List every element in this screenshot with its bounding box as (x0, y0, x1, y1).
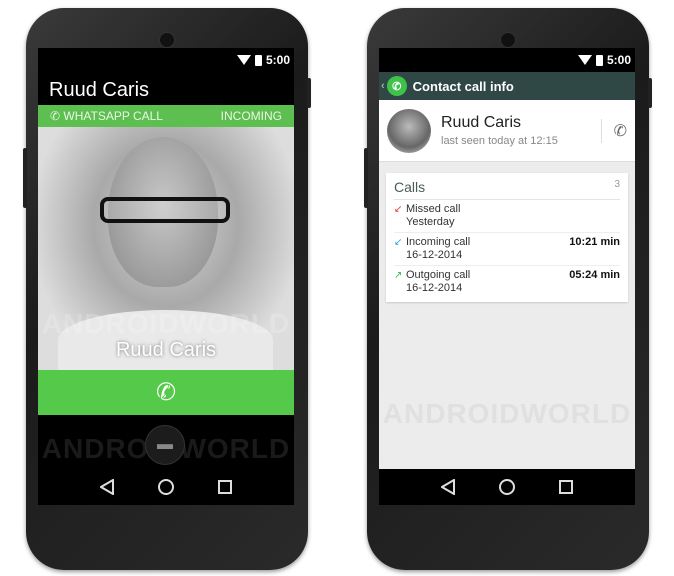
wifi-icon (577, 55, 592, 65)
nav-bar (379, 469, 635, 505)
whatsapp-icon: ✆ (50, 109, 64, 123)
front-camera (159, 32, 175, 48)
call-type: Missed call (406, 203, 461, 215)
photo-caller-name: Ruud Caris (115, 339, 217, 361)
status-bar: 5:00 (379, 48, 635, 72)
whatsapp-logo-icon: ✆ (386, 76, 407, 96)
power-button (307, 78, 311, 108)
contact-call-info-screen: 5:00 ‹ ✆ Contact call info Ruud Caris la… (379, 48, 635, 505)
phone-icon: ✆ (155, 379, 177, 406)
call-type: Incoming call (406, 236, 471, 248)
call-banner: ✆ WHATSAPP CALL INCOMING (38, 105, 294, 127)
calls-count: 3 (614, 179, 620, 190)
call-date: Yesterday (406, 216, 455, 228)
contact-header[interactable]: Ruud Caris last seen today at 12:15 ✆ (379, 100, 635, 162)
call-duration: 05:24 min (569, 269, 620, 281)
toolbar-title: Contact call info (412, 78, 514, 94)
call-arrow-icon: ↗ (394, 270, 403, 281)
call-row[interactable]: ↙ Missed call Yesterday (394, 200, 620, 233)
status-bar: 5:00 (38, 48, 294, 72)
caller-photo: ANDROIDWORLD Ruud Caris (38, 127, 294, 370)
back-icon[interactable] (99, 479, 115, 495)
phone-right: 5:00 ‹ ✆ Contact call info Ruud Caris la… (364, 8, 652, 570)
recents-icon[interactable] (218, 480, 233, 494)
phone-icon: ✆ (613, 122, 627, 140)
last-seen: last seen today at 12:15 (441, 135, 558, 147)
front-camera (500, 32, 516, 48)
call-type: Outgoing call (406, 269, 471, 281)
call-duration: 10:21 min (569, 236, 620, 248)
volume-button (23, 148, 27, 208)
reply-message-button[interactable]: ▬ (145, 425, 185, 465)
wifi-icon (236, 55, 251, 65)
status-time: 5:00 (265, 53, 290, 67)
phone-left: 5:00 Ruud Caris ✆ WHATSAPP CALL INCOMING… (23, 8, 311, 570)
back-icon[interactable] (440, 479, 456, 495)
call-button[interactable]: ✆ (600, 118, 627, 143)
answer-call-button[interactable]: ✆ (38, 370, 294, 415)
watermark-logo: ANDROIDWORLD (41, 308, 291, 339)
call-row[interactable]: ↙ Incoming call 16-12-2014 10:21 min (394, 233, 620, 266)
call-arrow-icon: ↙ (394, 204, 403, 215)
home-icon[interactable] (499, 479, 516, 495)
volume-button (364, 148, 368, 208)
battery-icon (254, 54, 262, 66)
calls-title: Calls (394, 179, 426, 195)
call-arrow-icon: ↙ (394, 237, 403, 248)
call-date: 16-12-2014 (406, 249, 463, 261)
status-time: 5:00 (606, 53, 631, 67)
avatar[interactable] (387, 108, 431, 153)
nav-bar (38, 469, 294, 505)
call-direction: INCOMING (220, 109, 282, 123)
call-date: 16-12-2014 (406, 282, 463, 294)
contact-name: Ruud Caris (441, 114, 522, 131)
incoming-call-screen: 5:00 Ruud Caris ✆ WHATSAPP CALL INCOMING… (38, 48, 294, 505)
home-icon[interactable] (158, 479, 175, 495)
watermark-logo: ANDROIDWORLD (382, 398, 632, 429)
content-area: Calls 3 ↙ Missed call Yesterday ↙ Incoming ca… (379, 162, 635, 505)
power-button (648, 78, 652, 108)
chat-icon: ▬ (157, 436, 173, 453)
toolbar: ‹ ✆ Contact call info (379, 72, 635, 100)
banner-label: WHATSAPP CALL (63, 109, 163, 123)
call-row[interactable]: ↗ Outgoing call 16-12-2014 05:24 min (394, 266, 620, 298)
battery-icon (595, 54, 603, 66)
recents-icon[interactable] (559, 480, 574, 494)
back-arrow-icon[interactable]: ‹ (379, 80, 385, 92)
caller-name: Ruud Caris (49, 79, 150, 101)
calls-card: Calls 3 ↙ Missed call Yesterday ↙ Incoming ca… (386, 173, 628, 302)
